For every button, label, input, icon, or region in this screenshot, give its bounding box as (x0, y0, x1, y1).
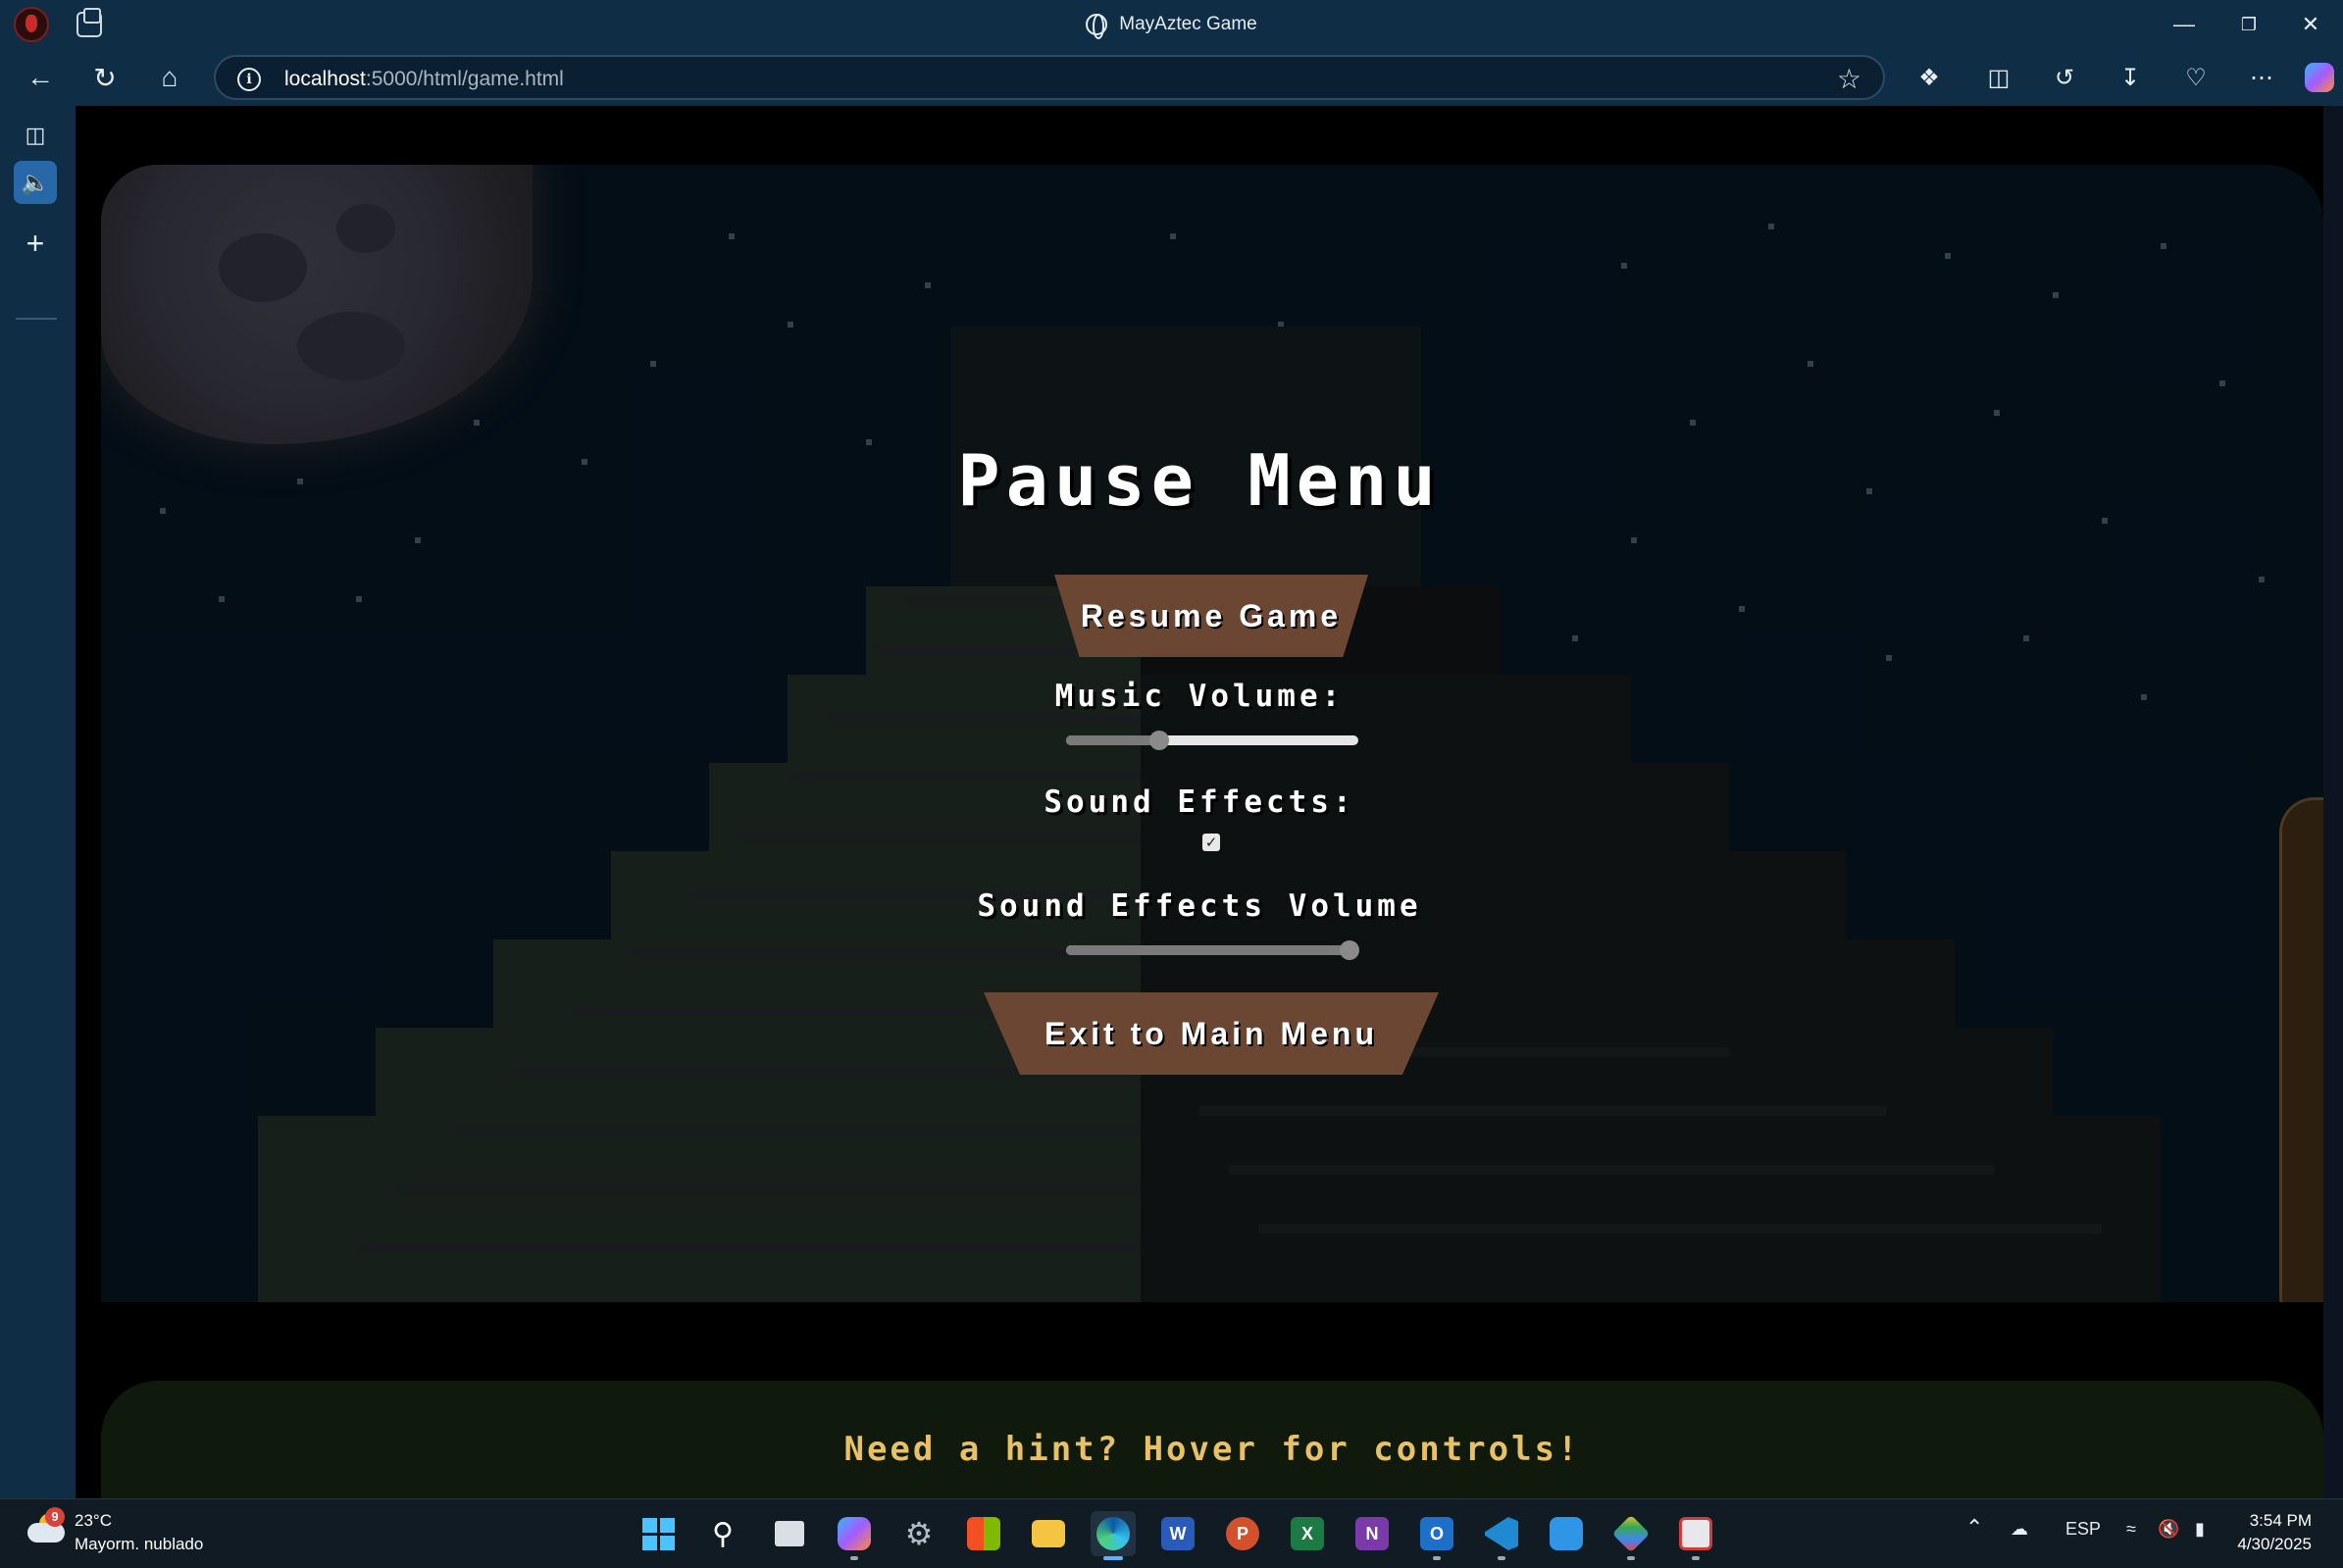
system-clock[interactable]: 3:54 PM 4/30/2025 (2237, 1509, 2312, 1556)
copilot-icon[interactable] (2303, 61, 2336, 94)
audio-tab-icon[interactable]: 🔈 (14, 161, 57, 204)
language-indicator[interactable]: ESP (2065, 1519, 2101, 1540)
resume-game-button[interactable]: Resume Game (1054, 575, 1368, 657)
sound-effects-checkbox[interactable]: ✓ (1202, 834, 1220, 851)
word-icon[interactable]: W (1155, 1511, 1200, 1556)
windows-taskbar: 9 23°C Mayorm. nublado ⚲ ⚙ W P X N O ⌃ ☁… (0, 1498, 2343, 1568)
window-title: MayAztec Game (1119, 14, 1257, 34)
excel-icon[interactable]: X (1285, 1511, 1330, 1556)
music-volume-thumb[interactable] (1149, 731, 1170, 750)
settings-gear-icon[interactable]: ⚙ (896, 1511, 942, 1556)
sound-effects-volume-label: Sound Effects Volume (977, 888, 1422, 924)
weather-temperature: 23°C (75, 1511, 112, 1530)
onedrive-cloud-icon[interactable]: ☁ (2011, 1519, 2028, 1540)
vscode-icon[interactable] (1479, 1511, 1524, 1560)
muted-speaker-icon[interactable]: 🔇 (2158, 1519, 2179, 1540)
weather-description: Mayorm. nublado (75, 1535, 204, 1553)
back-arrow-icon[interactable]: ← (20, 57, 61, 98)
terminal-app-icon[interactable] (1544, 1511, 1589, 1556)
microsoft-store-icon[interactable] (961, 1511, 1006, 1556)
url-path: :5000/html/game.html (365, 68, 564, 90)
title-bar: MayAztec Game — ❐ ✕ (0, 0, 2343, 49)
minimize-button[interactable]: — (2152, 0, 2216, 49)
split-screen-icon[interactable]: ◫ (1982, 61, 2015, 94)
edge-browser-icon[interactable] (1091, 1511, 1136, 1560)
restore-button[interactable]: ❐ (2216, 0, 2281, 49)
show-hidden-icons-chevron-icon[interactable]: ⌃ (1965, 1515, 1983, 1541)
weather-badge: 9 (45, 1507, 65, 1527)
vertical-tab-strip: ◫ 🔈 + (0, 106, 76, 1498)
clock-time: 3:54 PM (2249, 1511, 2312, 1530)
home-icon[interactable]: ⌂ (149, 57, 190, 98)
powerpoint-icon[interactable]: P (1220, 1511, 1265, 1556)
history-icon[interactable]: ↺ (2048, 61, 2081, 94)
music-volume-fill (1066, 735, 1160, 745)
pause-menu: Pause Menu Resume Game Music Volume: Sou… (76, 106, 2323, 1243)
url-text[interactable]: localhost:5000/html/game.html (284, 68, 564, 91)
outlook-icon[interactable]: O (1414, 1511, 1459, 1560)
globe-icon (1086, 14, 1108, 39)
git-client-icon[interactable] (1608, 1511, 1654, 1560)
divider (16, 318, 57, 320)
sound-effects-volume-slider[interactable] (1066, 940, 1360, 960)
sound-effects-label: Sound Effects: (1044, 784, 1355, 820)
hint-bar[interactable]: Need a hint? Hover for controls! (101, 1381, 2323, 1518)
sound-effects-volume-thumb[interactable] (1340, 940, 1360, 960)
site-info-icon[interactable]: i (237, 68, 261, 91)
favorite-star-icon[interactable]: ☆ (1837, 63, 1861, 95)
clock-date: 4/30/2025 (2237, 1535, 2312, 1553)
new-tab-plus-icon[interactable]: + (16, 224, 55, 263)
battery-icon[interactable]: ▮ (2195, 1519, 2205, 1540)
sound-effects-volume-fill (1066, 945, 1350, 955)
url-host: localhost (284, 68, 366, 90)
exit-to-main-menu-button[interactable]: Exit to Main Menu (984, 992, 1439, 1075)
music-volume-label: Music Volume: (1054, 679, 1345, 714)
file-explorer-icon[interactable] (1026, 1511, 1071, 1556)
close-button[interactable]: ✕ (2278, 0, 2343, 49)
tab-panel-icon[interactable]: ◫ (16, 116, 55, 155)
browser-essentials-icon[interactable]: ♡ (2179, 61, 2213, 94)
search-icon[interactable]: ⚲ (700, 1511, 745, 1556)
task-view-icon[interactable] (767, 1511, 812, 1556)
onenote-icon[interactable]: N (1350, 1511, 1395, 1556)
navigation-bar: ← ↻ ⌂ i localhost:5000/html/game.html ☆ … (0, 49, 2343, 106)
extensions-icon[interactable]: ❖ (1912, 61, 1946, 94)
address-bar[interactable]: i localhost:5000/html/game.html ☆ (214, 55, 1885, 100)
copilot-app-icon[interactable] (832, 1511, 877, 1560)
pause-title: Pause Menu (957, 439, 1442, 522)
hint-text: Need a hint? Hover for controls! (843, 1430, 1581, 1469)
music-volume-slider[interactable] (1066, 731, 1358, 750)
game-viewport: Pause Menu Resume Game Music Volume: Sou… (76, 106, 2323, 1518)
snipping-tool-icon[interactable] (1673, 1511, 1718, 1560)
wifi-icon[interactable]: ≈ (2126, 1519, 2136, 1540)
more-options-icon[interactable]: ⋯ (2245, 61, 2278, 94)
start-button-icon[interactable] (636, 1511, 681, 1556)
refresh-icon[interactable]: ↻ (84, 57, 126, 98)
downloads-icon[interactable]: ↧ (2114, 61, 2147, 94)
window-title-area: MayAztec Game (0, 0, 2343, 49)
